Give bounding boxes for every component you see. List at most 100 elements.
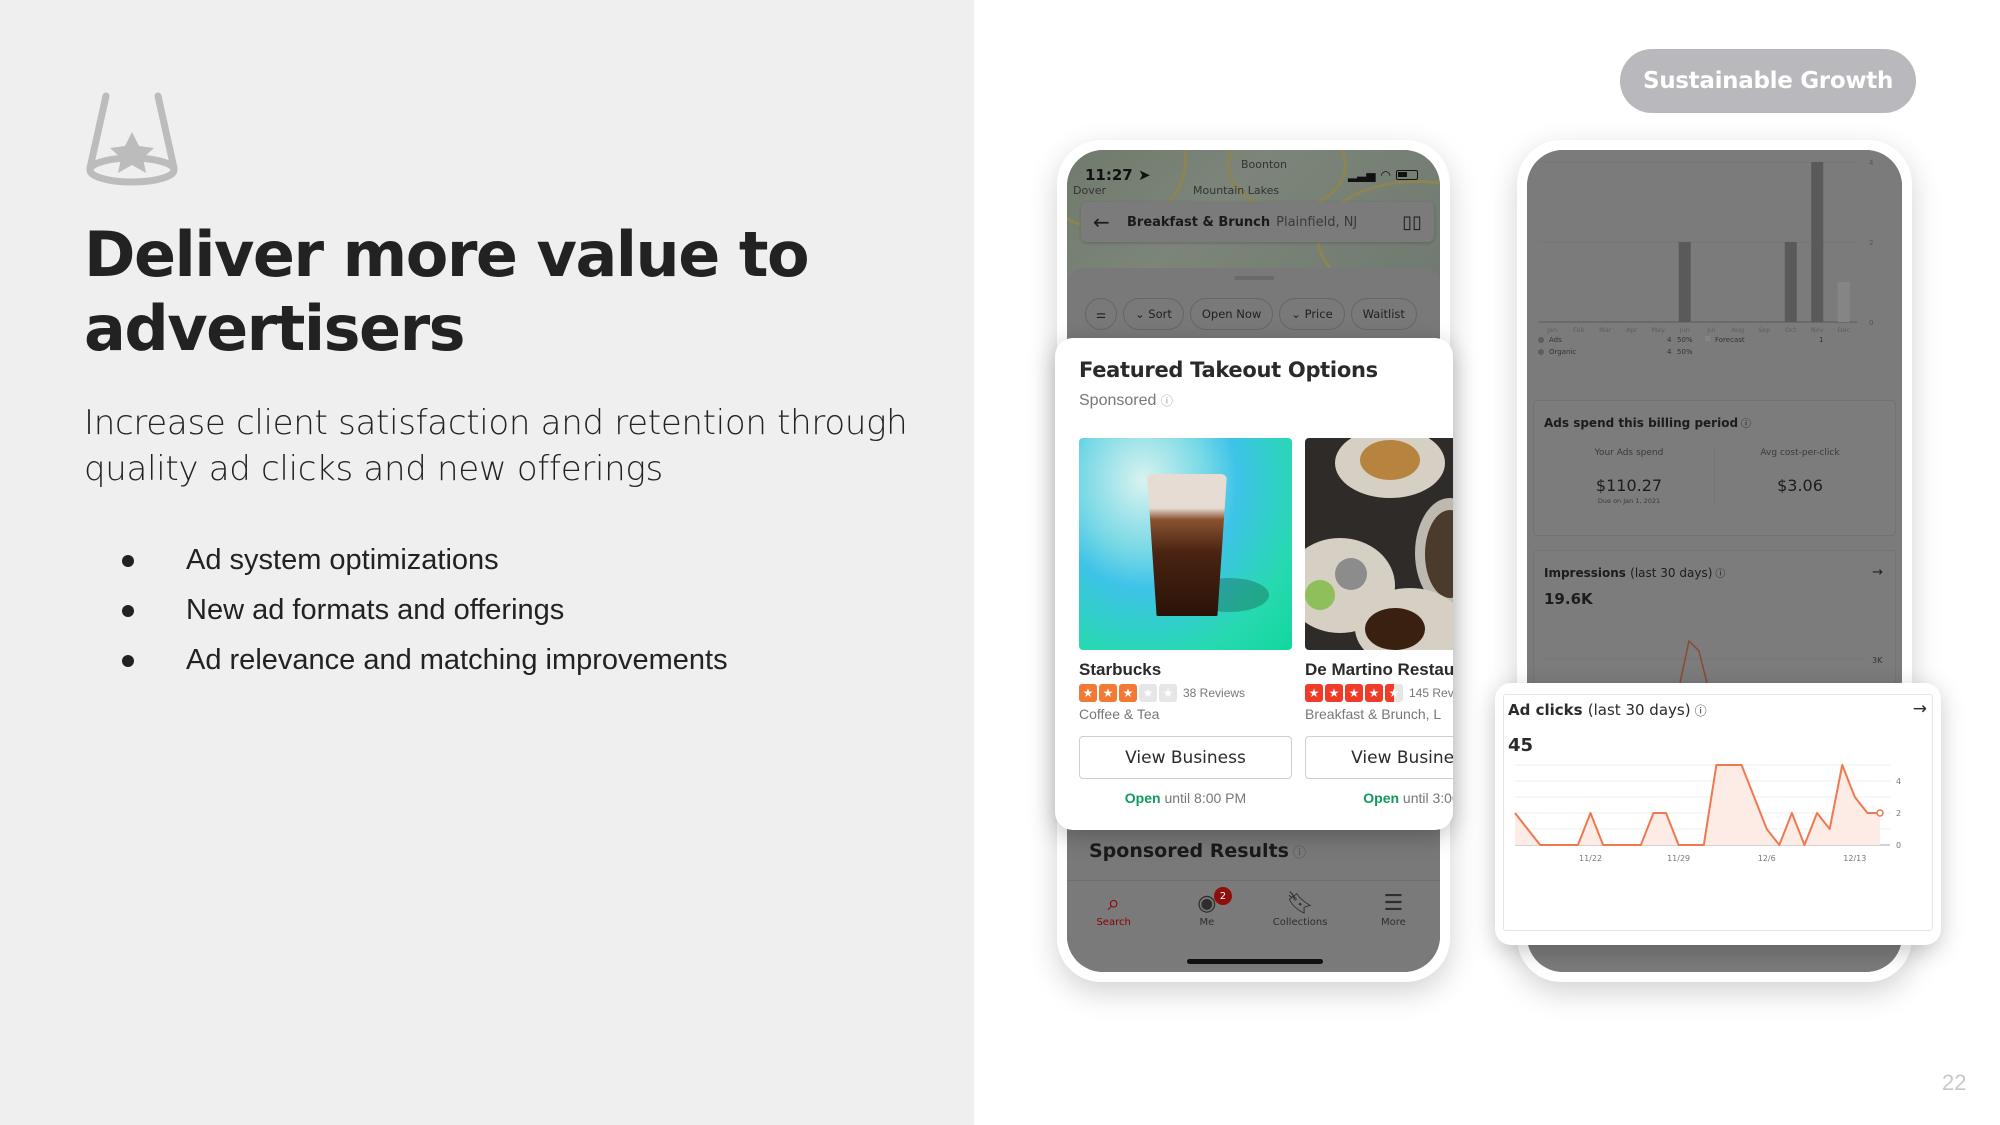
star-icon: ★ [1119, 684, 1137, 702]
arrow-right-icon[interactable]: → [1872, 565, 1883, 580]
legend-value: 4 [1667, 348, 1672, 356]
open-now-filter[interactable]: Open Now [1189, 298, 1274, 330]
x-tick-label: May [1652, 326, 1666, 334]
price-filter[interactable]: ⌄ Price [1279, 298, 1345, 330]
legend-dot [1538, 349, 1544, 355]
sheet-grabber[interactable] [1233, 276, 1274, 280]
x-tick-label: Jan [1546, 326, 1557, 334]
business-name[interactable]: Starbucks [1079, 660, 1292, 680]
legend-value: 1 [1819, 336, 1823, 344]
bullet-dot [122, 605, 134, 617]
review-count: 38 Reviews [1183, 686, 1246, 700]
business-name[interactable]: De Martino Restaurant [1305, 660, 1453, 680]
featured-title: Featured Takeout Options [1079, 358, 1378, 382]
open-hours: Open until 3:00 [1363, 790, 1453, 806]
search-category: Breakfast & Brunch [1127, 214, 1271, 230]
legend-value: 4 [1667, 336, 1672, 344]
ads-spend-title: Ads spend this billing period ⓘ [1544, 416, 1752, 430]
spend-label: Your Ads spend [1594, 448, 1664, 458]
bullet-dot [122, 555, 134, 567]
search-icon: ⌕ [1107, 891, 1120, 916]
x-tick-label: 12/6 [1758, 854, 1776, 863]
filter-settings-button[interactable]: ⚌ [1085, 298, 1117, 330]
iced-coffee-cup [1147, 474, 1227, 616]
nav-more[interactable]: ☰ More [1358, 891, 1428, 972]
business-category: Breakfast & Brunch, L [1305, 706, 1442, 722]
business-category: Coffee & Tea [1079, 706, 1160, 722]
location-arrow-icon: ➤ [1137, 166, 1151, 184]
impressions-value: 19.6K [1544, 590, 1593, 608]
map-icon[interactable]: ▯▯ [1402, 212, 1422, 233]
avg-cpc: Avg cost-per-click $3.06 [1714, 448, 1885, 505]
filter-bar: ⚌ ⌄ Sort Open Now ⌄ Price Waitlist [1085, 298, 1417, 330]
legend-label: Ads [1549, 336, 1562, 344]
x-tick-label: 11/22 [1579, 854, 1602, 863]
view-business-button[interactable]: View Business [1305, 736, 1453, 779]
your-ads-spend: Your Ads spend $110.27 Due on Jan 1, 202… [1544, 448, 1714, 505]
chevron-down-icon: ⌄ [1135, 307, 1149, 321]
map-label: Boonton [1241, 158, 1287, 171]
cpc-label: Avg cost-per-click [1760, 448, 1840, 458]
ad-clicks-value: 45 [1508, 735, 1534, 756]
spend-due-date: Due on Jan 1, 2021 [1597, 497, 1661, 505]
x-tick-label: Jun [1679, 326, 1690, 334]
search-bar[interactable]: ← Breakfast & Brunch Plainfield, NJ ▯▯ [1081, 202, 1434, 242]
bar-jun [1678, 242, 1691, 322]
bullet-dot [122, 655, 134, 667]
forecast-bar-dec [1837, 282, 1850, 322]
status-icons: ▂▃▅ ◠ [1348, 168, 1418, 182]
chevron-down-icon: ⌄ [1291, 307, 1305, 321]
wifi-icon: ◠ [1380, 168, 1391, 182]
food [1365, 608, 1425, 650]
nav-search[interactable]: ⌕ Search [1079, 891, 1149, 972]
food [1305, 580, 1335, 610]
y-tick-label: 2 [1896, 809, 1901, 818]
info-icon[interactable]: ⓘ [1741, 419, 1751, 430]
bullet-text: New ad formats and offerings [186, 594, 565, 626]
star-icon: ★ [1099, 684, 1117, 702]
bullet-text: Ad system optimizations [186, 544, 499, 576]
star-icon: ★ [1159, 684, 1177, 702]
ad-clicks-chart: 0 2 4 11/22 11/29 12/6 12/13 [1514, 764, 1901, 863]
battery-icon [1396, 170, 1418, 180]
business-card-starbucks[interactable]: Starbucks ★ ★ ★ ★ ★ 38 Reviews Coffee & Tea V… [1079, 438, 1292, 806]
business-card-de-martino[interactable]: De Martino Restaurant ★★★★★145 Reviews B… [1305, 438, 1453, 806]
x-tick-label: Apr [1626, 326, 1638, 334]
sort-filter[interactable]: ⌄ Sort [1123, 298, 1184, 330]
bullet-item: Ad system optimizations [116, 535, 728, 585]
business-photo[interactable] [1079, 438, 1292, 650]
info-icon[interactable]: ⓘ [1293, 846, 1306, 861]
star-rating: ★ ★ ★ ★ ★ 38 Reviews [1079, 684, 1292, 702]
star-icon: ★ [1385, 684, 1403, 702]
impressions-title: Impressions (last 30 days) ⓘ [1544, 566, 1726, 580]
legend-pct: 50% [1677, 336, 1693, 344]
waitlist-filter[interactable]: Waitlist [1350, 298, 1417, 330]
map-label: Mountain Lakes [1193, 184, 1280, 197]
arrow-right-icon[interactable]: → [1913, 699, 1927, 719]
x-tick-label: 12/13 [1843, 854, 1866, 863]
ad-clicks-card[interactable]: 0 2 4 11/22 11/29 12/6 12/13 Ad clicks (last 3… [1495, 683, 1941, 945]
x-tick-label: Feb [1573, 326, 1585, 334]
view-business-button[interactable]: View Business [1079, 736, 1292, 779]
x-tick-label: Mar [1599, 326, 1612, 334]
featured-takeout-card: Featured Takeout Options Sponsored ⓘ Sta… [1055, 338, 1453, 830]
info-icon[interactable]: ⓘ [1695, 704, 1707, 718]
ad-clicks-title: Ad clicks (last 30 days) ⓘ [1508, 701, 1707, 719]
bar-nov [1811, 162, 1824, 322]
open-hours: Open until 8:00 PM [1124, 790, 1247, 806]
legend-label: Organic [1549, 348, 1576, 356]
y-tick-label: 4 [1896, 777, 1901, 786]
back-arrow-icon[interactable]: ← [1093, 210, 1127, 234]
info-icon[interactable]: ⓘ [1715, 569, 1725, 580]
x-tick-label: Dec [1837, 326, 1850, 334]
business-photo[interactable] [1305, 438, 1453, 650]
x-tick-label: Sep [1758, 326, 1770, 334]
info-icon[interactable]: ⓘ [1161, 394, 1173, 408]
spend-value: $110.27 [1595, 476, 1663, 495]
food [1335, 558, 1367, 590]
home-indicator [1187, 959, 1323, 964]
star-bucket-icon [86, 92, 178, 186]
y-tick-label: 0 [1896, 841, 1901, 850]
status-time: 11:27 ➤ [1085, 166, 1151, 184]
cpc-value: $3.06 [1777, 476, 1823, 495]
